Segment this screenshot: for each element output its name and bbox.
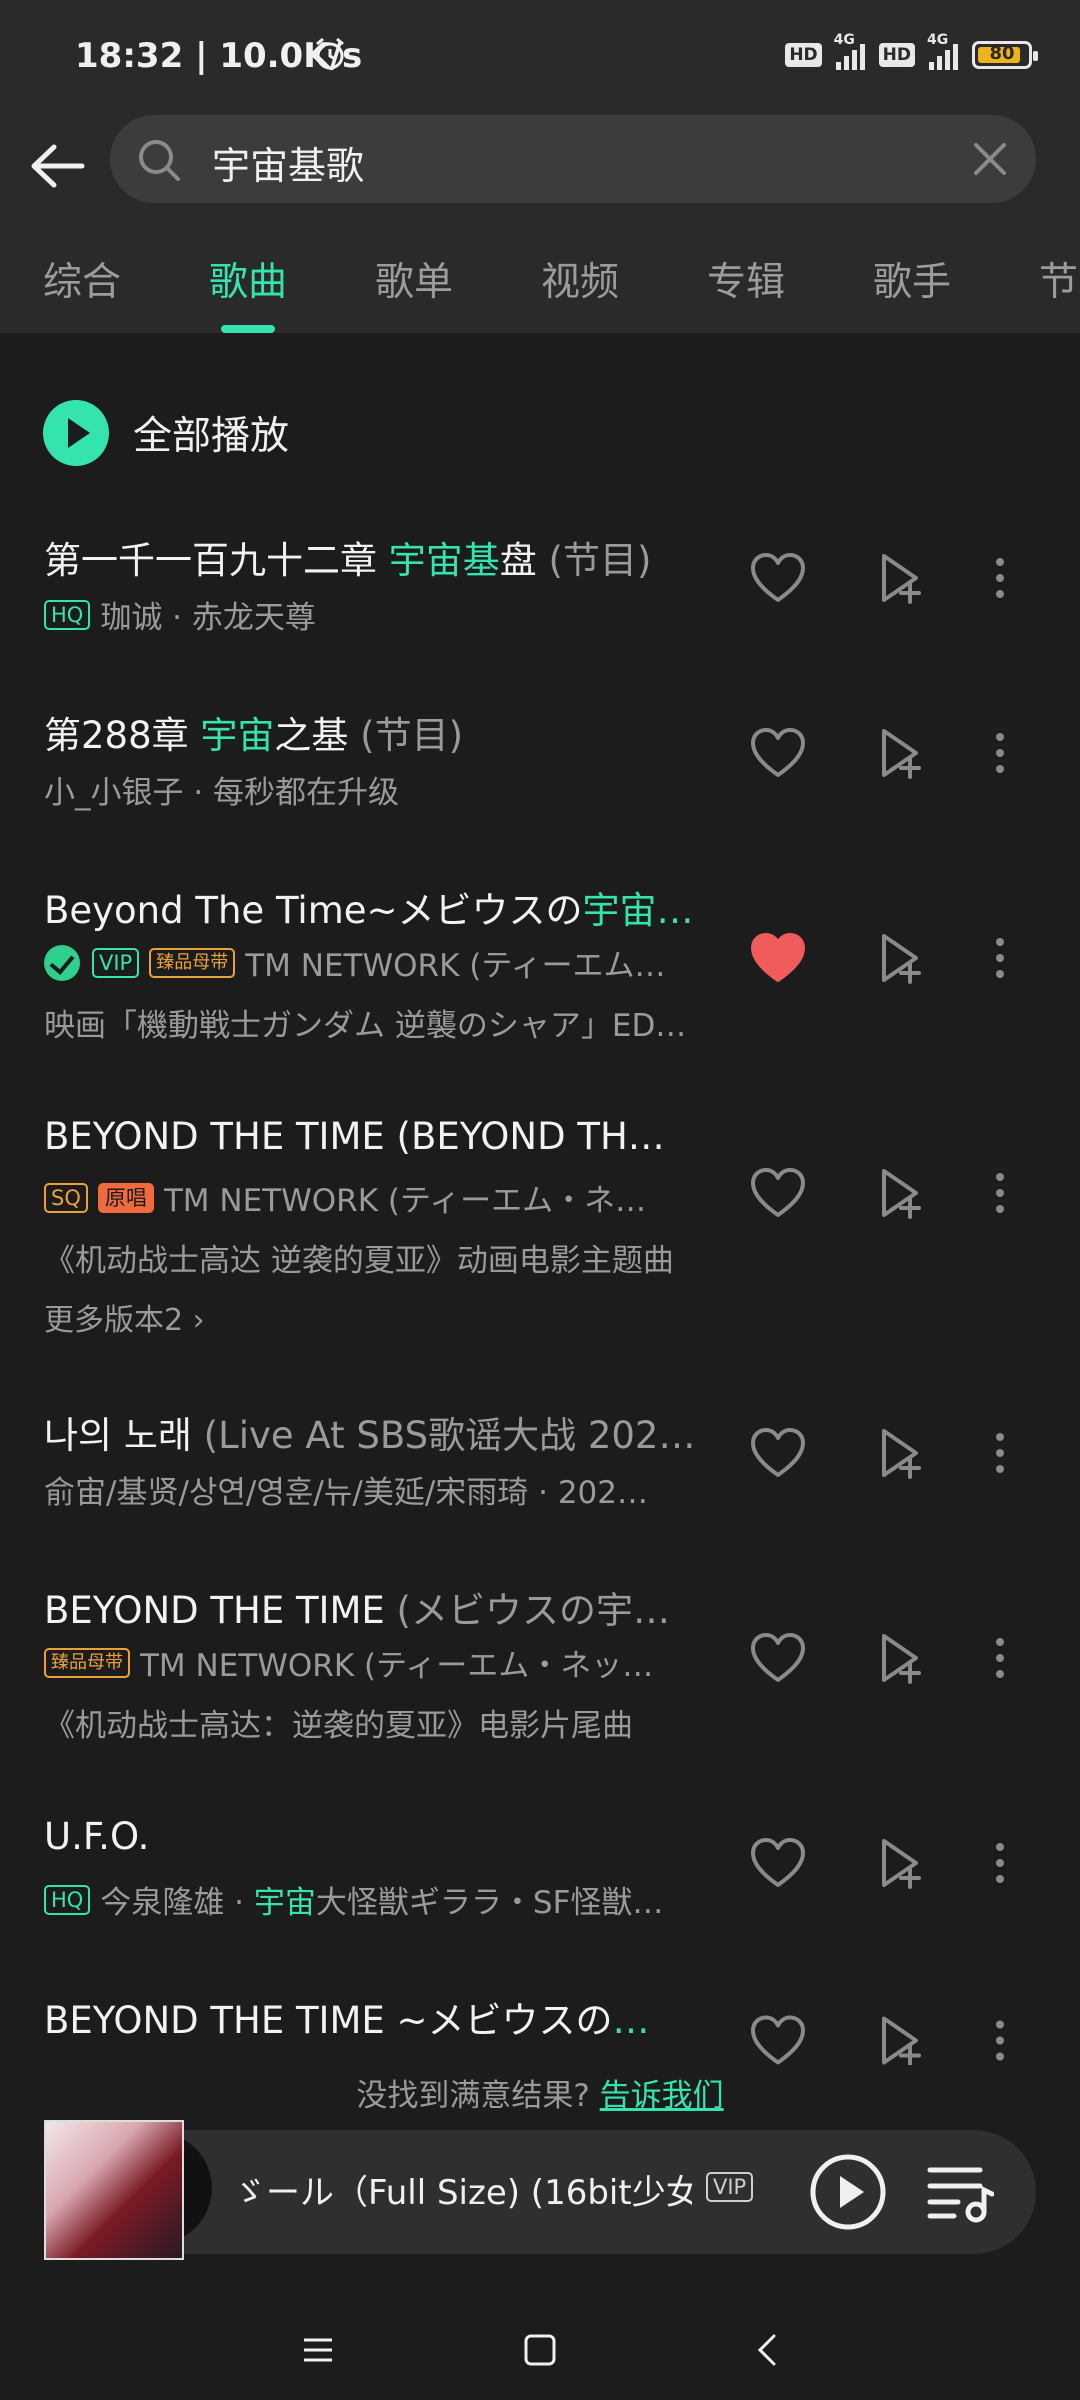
more-icon[interactable] <box>970 1835 1030 1895</box>
song-title: BEYOND THE TIME ~メビウスの… <box>44 1999 650 2042</box>
tab-playlists[interactable]: 歌单 <box>375 251 453 307</box>
song-artist: VIP 臻品母带 TM NETWORK (ティーエム… <box>44 940 704 985</box>
tab-albums[interactable]: 专辑 <box>707 251 785 307</box>
vip-badge: VIP <box>706 2172 754 2202</box>
master-badge: 臻品母带 <box>44 1647 130 1678</box>
cover-art <box>44 2120 184 2260</box>
feedback-text: 没找到满意结果? <box>356 2078 600 2114</box>
category-tabs: 综合 歌曲 歌单 视频 专辑 歌手 节 <box>0 225 1080 333</box>
verified-icon <box>44 944 80 981</box>
song-title: 第288章 宇宙之基 (节目) <box>44 714 464 757</box>
vip-badge: VIP <box>92 947 140 978</box>
signal-icon: 4G <box>834 32 865 70</box>
song-title: 나의 노래 (Live At SBS歌谣大战 202… <box>44 1414 696 1457</box>
song-artist: HQ 珈诚 · 赤龙天尊 <box>44 592 704 637</box>
heart-icon[interactable] <box>748 930 808 990</box>
heart-icon[interactable] <box>748 550 808 610</box>
more-icon[interactable] <box>970 1425 1030 1485</box>
heart-icon[interactable] <box>748 725 808 785</box>
network-label: 4G <box>833 32 855 48</box>
song-artist: SQ 原唱 TM NETWORK (ティーエム・ネ… <box>44 1175 704 1220</box>
heart-icon[interactable] <box>748 1630 808 1690</box>
play-all-button[interactable]: 全部播放 <box>43 400 289 466</box>
status-bar: 18:32 | 10.0K/s HD 4G HD 4G 80 <box>0 0 1080 115</box>
add-to-queue-icon[interactable] <box>870 550 930 610</box>
network-label: 4G <box>927 32 949 48</box>
clear-icon[interactable] <box>972 141 1008 177</box>
play-all-label: 全部播放 <box>133 414 290 459</box>
album-cover[interactable] <box>40 2120 212 2260</box>
back-arrow-icon[interactable] <box>26 135 88 197</box>
more-icon[interactable] <box>970 930 1030 990</box>
song-title: BEYOND THE TIME (BEYOND TH… <box>44 1115 665 1158</box>
add-to-queue-icon[interactable] <box>870 1165 930 1225</box>
hd-badge: HD <box>878 43 915 67</box>
system-nav-bar <box>0 2290 1080 2400</box>
song-description: 《机动战士高达：逆袭的夏亚》电影片尾曲 <box>44 1708 633 1744</box>
song-title: Beyond The Time~メビウスの宇宙… <box>44 889 694 932</box>
back-icon[interactable] <box>750 2332 786 2368</box>
song-title: U.F.O. <box>44 1815 150 1858</box>
more-icon[interactable] <box>970 1165 1030 1225</box>
more-icon[interactable] <box>970 2005 1030 2065</box>
song-artist: HQ 今泉隆雄 · 宇宙大怪獣ギララ・SF怪獣… <box>44 1877 704 1922</box>
now-playing-title[interactable]: ゞール（Full Size) (16bit少女) <box>232 2165 692 2214</box>
song-description: 《机动战士高达 逆袭的夏亚》动画电影主题曲 <box>44 1243 674 1279</box>
alarm-icon <box>316 37 344 70</box>
home-icon[interactable] <box>522 2332 558 2368</box>
playlist-icon[interactable] <box>924 2160 994 2224</box>
battery-icon: 80 <box>972 41 1038 69</box>
more-icon[interactable] <box>970 725 1030 785</box>
add-to-queue-icon[interactable] <box>870 725 930 785</box>
hd-badge: HD <box>785 43 822 67</box>
tab-artists[interactable]: 歌手 <box>873 251 951 307</box>
add-to-queue-icon[interactable] <box>870 1835 930 1895</box>
master-badge: 臻品母带 <box>149 947 236 978</box>
quality-badge: HQ <box>44 1884 91 1915</box>
song-artist: 俞宙/基贤/상연/영훈/뉴/美延/宋雨琦 · 202… <box>44 1475 648 1511</box>
more-versions-link[interactable]: 更多版本2 › <box>44 1295 205 1339</box>
heart-icon[interactable] <box>748 1835 808 1895</box>
battery-level: 80 <box>989 43 1015 64</box>
quality-badge: HQ <box>44 599 91 630</box>
heart-icon[interactable] <box>748 1425 808 1485</box>
tab-songs[interactable]: 歌曲 <box>209 251 287 307</box>
search-icon <box>139 140 180 181</box>
menu-icon[interactable] <box>300 2332 336 2368</box>
more-icon[interactable] <box>970 1630 1030 1690</box>
quality-badge: SQ <box>44 1182 88 1213</box>
active-tab-indicator <box>221 325 275 333</box>
song-description: 映画「機動戦士ガンダム 逆襲のシャア」ED… <box>44 1008 687 1044</box>
add-to-queue-icon[interactable] <box>870 1630 930 1690</box>
play-icon[interactable] <box>808 2152 888 2232</box>
feedback-link[interactable]: 告诉我们 <box>600 2078 724 2114</box>
more-icon[interactable] <box>970 550 1030 610</box>
song-artist: 臻品母带 TM NETWORK (ティーエム・ネッ… <box>44 1640 704 1685</box>
add-to-queue-icon[interactable] <box>870 2005 930 2065</box>
search-input[interactable]: 宇宙基歌 <box>110 115 1036 203</box>
song-artist: 小_小银子 · 每秒都在升级 <box>44 775 400 811</box>
song-title: 第一千一百九十二章 宇宙基盘 (节目) <box>44 539 652 582</box>
song-title: BEYOND THE TIME (メビウスの宇… <box>44 1589 670 1632</box>
status-indicators: HD 4G HD 4G 80 <box>785 32 1038 70</box>
tab-comprehensive[interactable]: 综合 <box>43 251 121 307</box>
signal-icon: 4G <box>927 32 958 70</box>
heart-icon[interactable] <box>748 2005 808 2065</box>
play-icon <box>43 400 109 466</box>
tab-videos[interactable]: 视频 <box>541 251 619 307</box>
tab-programs[interactable]: 节 <box>1039 251 1078 307</box>
add-to-queue-icon[interactable] <box>870 930 930 990</box>
feedback-prompt: 没找到满意结果? 告诉我们 <box>0 2070 1080 2115</box>
search-value[interactable]: 宇宙基歌 <box>212 135 364 190</box>
add-to-queue-icon[interactable] <box>870 1425 930 1485</box>
heart-icon[interactable] <box>748 1165 808 1225</box>
original-badge: 原唱 <box>97 1182 154 1213</box>
search-header: 宇宙基歌 <box>0 115 1080 225</box>
